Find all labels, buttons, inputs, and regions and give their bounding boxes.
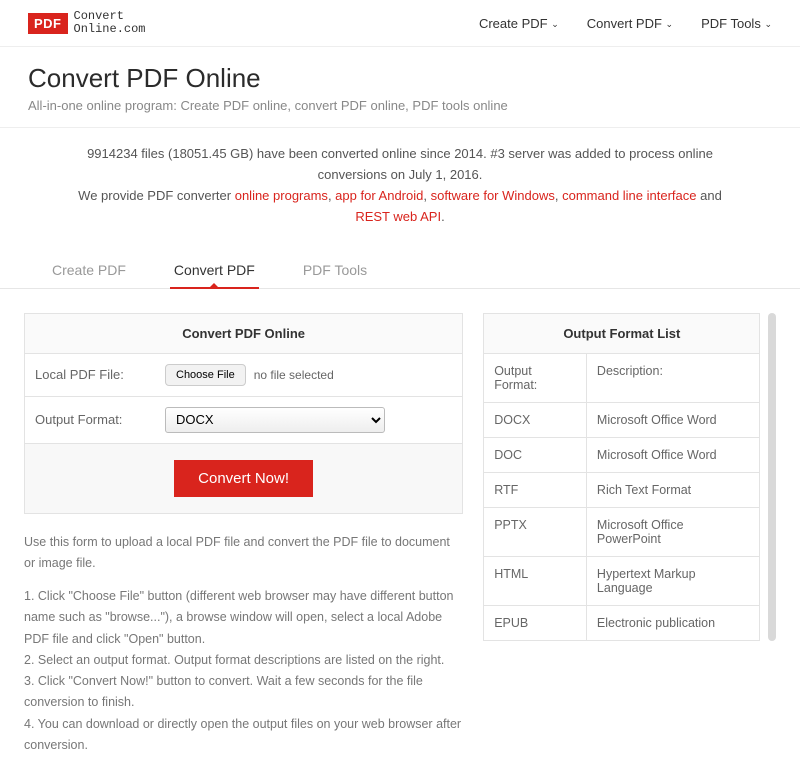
right-column: Output Format List Output Format: Descri…: [483, 313, 776, 641]
convert-panel: Convert PDF Online Local PDF File: Choos…: [24, 313, 463, 514]
table-row: EPUBElectronic publication: [484, 605, 760, 640]
tab-pdf-tools[interactable]: PDF Tools: [299, 254, 371, 288]
main-area: Convert PDF Online Local PDF File: Choos…: [0, 289, 800, 780]
row-file: Local PDF File: Choose File no file sele…: [25, 354, 462, 397]
output-format-table: Output Format List Output Format: Descri…: [483, 313, 760, 641]
tab-convert-pdf[interactable]: Convert PDF: [170, 254, 259, 288]
convert-panel-title: Convert PDF Online: [25, 314, 462, 354]
link-rest-api[interactable]: REST web API: [355, 209, 441, 224]
link-app-android[interactable]: app for Android: [335, 188, 423, 203]
logo-text: Convert Online.com: [74, 10, 146, 36]
table-row: PPTXMicrosoft Office PowerPoint: [484, 507, 760, 556]
instructions-intro: Use this form to upload a local PDF file…: [24, 532, 463, 575]
period: .: [441, 209, 445, 224]
left-column: Convert PDF Online Local PDF File: Choos…: [24, 313, 463, 757]
topnav: Create PDF ⌄ Convert PDF ⌄ PDF Tools ⌄: [479, 16, 772, 31]
link-online-programs[interactable]: online programs: [235, 188, 328, 203]
desc-cell: Microsoft Office PowerPoint: [586, 507, 760, 556]
desc-cell: Electronic publication: [586, 605, 760, 640]
format-label: Output Format:: [25, 400, 155, 439]
and: and: [697, 188, 722, 203]
fmt-cell: DOC: [484, 437, 587, 472]
title-block: Convert PDF Online All-in-one online pro…: [0, 47, 800, 128]
table-row: RTFRich Text Format: [484, 472, 760, 507]
fmt-cell: DOCX: [484, 402, 587, 437]
page-title: Convert PDF Online: [28, 63, 772, 94]
link-cli[interactable]: command line interface: [562, 188, 696, 203]
output-format-select[interactable]: DOCX: [165, 407, 385, 433]
file-value: Choose File no file selected: [155, 354, 462, 396]
link-software-windows[interactable]: software for Windows: [431, 188, 555, 203]
format-value: DOCX: [155, 397, 462, 443]
desc-cell: Microsoft Office Word: [586, 402, 760, 437]
stats-block: 9914234 files (18051.45 GB) have been co…: [0, 128, 800, 237]
instruction-step-4: 4. You can download or directly open the…: [24, 714, 463, 757]
nav-tools-label: PDF Tools: [701, 16, 761, 31]
convert-row: Convert Now!: [25, 444, 462, 513]
chevron-down-icon: ⌄: [551, 19, 559, 29]
no-file-text: no file selected: [254, 368, 334, 382]
desc-cell: Rich Text Format: [586, 472, 760, 507]
page-subtitle: All-in-one online program: Create PDF on…: [28, 98, 772, 113]
logo-line2: Online.com: [74, 22, 146, 36]
chevron-down-icon: ⌄: [764, 19, 772, 29]
stats-line2: We provide PDF converter online programs…: [60, 186, 740, 228]
stats-prefix: We provide PDF converter: [78, 188, 235, 203]
table-row: HTMLHypertext Markup Language: [484, 556, 760, 605]
nav-pdf-tools[interactable]: PDF Tools ⌄: [701, 16, 772, 31]
convert-now-button[interactable]: Convert Now!: [174, 460, 313, 497]
fmt-cell: HTML: [484, 556, 587, 605]
scrollbar[interactable]: [768, 313, 776, 641]
chevron-down-icon: ⌄: [666, 19, 674, 29]
table-row: DOCMicrosoft Office Word: [484, 437, 760, 472]
nav-convert-pdf[interactable]: Convert PDF ⌄: [587, 16, 673, 31]
fmt-cell: PPTX: [484, 507, 587, 556]
fmt-cell: RTF: [484, 472, 587, 507]
nav-convert-label: Convert PDF: [587, 16, 662, 31]
logo-line1: Convert: [74, 9, 124, 23]
table-row: DOCXMicrosoft Office Word: [484, 402, 760, 437]
row-format: Output Format: DOCX: [25, 397, 462, 444]
desc-cell: Hypertext Markup Language: [586, 556, 760, 605]
tab-create-pdf[interactable]: Create PDF: [48, 254, 130, 288]
choose-file-button[interactable]: Choose File: [165, 364, 246, 386]
tabs: Create PDF Convert PDF PDF Tools: [0, 244, 800, 289]
topbar: PDF Convert Online.com Create PDF ⌄ Conv…: [0, 0, 800, 47]
instruction-step-1: 1. Click "Choose File" button (different…: [24, 586, 463, 650]
desc-cell: Microsoft Office Word: [586, 437, 760, 472]
instruction-step-3: 3. Click "Convert Now!" button to conver…: [24, 671, 463, 714]
logo-badge: PDF: [28, 13, 68, 34]
out-col-desc: Description:: [586, 353, 760, 402]
out-col-format: Output Format:: [484, 353, 587, 402]
sep: ,: [423, 188, 430, 203]
output-list-title: Output Format List: [484, 313, 760, 353]
stats-line1: 9914234 files (18051.45 GB) have been co…: [60, 144, 740, 186]
nav-create-pdf[interactable]: Create PDF ⌄: [479, 16, 559, 31]
logo[interactable]: PDF Convert Online.com: [28, 10, 146, 36]
instructions: Use this form to upload a local PDF file…: [24, 532, 463, 757]
instruction-step-2: 2. Select an output format. Output forma…: [24, 650, 463, 671]
sep: ,: [555, 188, 562, 203]
nav-create-label: Create PDF: [479, 16, 548, 31]
fmt-cell: EPUB: [484, 605, 587, 640]
file-label: Local PDF File:: [25, 355, 155, 394]
